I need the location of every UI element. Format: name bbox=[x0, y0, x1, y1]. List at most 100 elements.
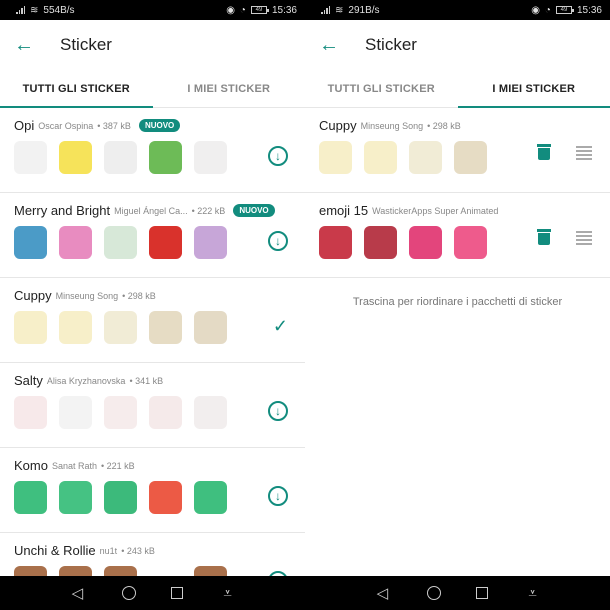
nav-recents-icon[interactable] bbox=[170, 587, 183, 599]
sticker-preview bbox=[104, 226, 137, 259]
eye-icon: ◉ bbox=[226, 4, 235, 16]
back-arrow-icon[interactable]: ← bbox=[14, 34, 60, 57]
download-icon: ↓ bbox=[268, 486, 288, 506]
pack-header: emoji 15 WastickerApps Super Animated bbox=[319, 203, 596, 218]
pack-name: Unchi & Rollie bbox=[14, 543, 96, 558]
pack-size: • 222 kB bbox=[191, 205, 226, 216]
screen-my-stickers: ≋ 291B/s ◉ ◔ 49 15:36 ← Sticker TUTTI GL… bbox=[305, 0, 610, 610]
sticker-preview bbox=[14, 226, 47, 259]
sticker-preview bbox=[194, 226, 227, 259]
sticker-preview bbox=[149, 481, 182, 514]
nav-back-icon[interactable]: ◁ bbox=[372, 584, 392, 602]
sticker-preview bbox=[104, 396, 137, 429]
sticker-preview-list bbox=[319, 141, 596, 174]
trash-icon-lid bbox=[537, 229, 551, 232]
pack-name: Merry and Bright bbox=[14, 203, 111, 218]
sticker-preview-list bbox=[14, 311, 291, 344]
my-sticker-pack-row[interactable]: emoji 15 WastickerApps Super Animated bbox=[305, 193, 610, 278]
pack-header: Opi Oscar Ospina • 387 kB NUOVO bbox=[14, 118, 291, 133]
nav-notifications-icon[interactable]: ⩡ bbox=[218, 585, 238, 602]
sticker-preview-list bbox=[319, 226, 596, 259]
sticker-preview bbox=[194, 141, 227, 174]
nav-notifications-icon[interactable]: ⩡ bbox=[523, 585, 543, 602]
nav-bar: ◁ ⩡ bbox=[0, 576, 305, 610]
pack-size: • 298 kB bbox=[122, 290, 156, 301]
sticker-preview bbox=[409, 141, 442, 174]
eye-icon: ◉ bbox=[531, 4, 540, 16]
tab-all-stickers[interactable]: TUTTI GLI STICKER bbox=[305, 70, 458, 107]
page-title: Sticker bbox=[365, 35, 417, 54]
clock: 15:36 bbox=[271, 4, 297, 16]
download-icon: ↓ bbox=[268, 231, 288, 251]
download-button[interactable]: ↓ bbox=[268, 401, 288, 421]
download-button[interactable]: ↓ bbox=[268, 231, 288, 251]
nav-home-icon[interactable] bbox=[427, 586, 442, 600]
pack-header: Unchi & Rollie nu1t • 243 kB bbox=[14, 543, 291, 558]
sticker-pack-row[interactable]: Komo Sanat Rath • 221 kB ↓ bbox=[0, 448, 305, 533]
sticker-preview bbox=[149, 311, 182, 344]
tab-my-stickers[interactable]: I MIEI STICKER bbox=[153, 70, 306, 107]
my-pack-list: Cuppy Minseung Song • 298 kB emoji 15 Wastic… bbox=[305, 108, 610, 278]
sticker-preview bbox=[194, 396, 227, 429]
delete-pack-button[interactable] bbox=[537, 144, 551, 160]
trash-icon bbox=[538, 148, 550, 160]
status-bar: ≋ 554B/s ◉ ◔ 49 15:36 bbox=[0, 0, 305, 20]
sticker-preview bbox=[59, 226, 92, 259]
drag-handle-icon[interactable] bbox=[576, 231, 592, 247]
pack-size: • 221 kB bbox=[101, 460, 135, 471]
signal-icon bbox=[16, 6, 25, 14]
signal-icon bbox=[321, 6, 330, 14]
pack-author: Alisa Kryzhanovska bbox=[46, 375, 126, 386]
back-arrow-icon[interactable]: ← bbox=[319, 34, 365, 57]
app-bar: ← Sticker bbox=[305, 20, 610, 70]
delete-pack-button[interactable] bbox=[537, 229, 551, 245]
tab-my-stickers[interactable]: I MIEI STICKER bbox=[457, 70, 610, 108]
sticker-pack-row[interactable]: Merry and Bright Miguel Ángel Ca... • 222 … bbox=[0, 193, 305, 278]
pack-name: Salty bbox=[14, 373, 43, 388]
download-button[interactable]: ↓ bbox=[268, 486, 288, 506]
sticker-pack-row[interactable]: Salty Alisa Kryzhanovska • 341 kB ↓ bbox=[0, 363, 305, 448]
pack-name: Cuppy bbox=[14, 288, 52, 303]
new-badge: NUOVO bbox=[138, 119, 181, 132]
sticker-preview-list bbox=[14, 141, 291, 174]
sticker-pack-row[interactable]: Opi Oscar Ospina • 387 kB NUOVO ↓ bbox=[0, 108, 305, 193]
sticker-preview bbox=[364, 141, 397, 174]
pack-author: Minseung Song bbox=[360, 120, 424, 131]
pack-name: Cuppy bbox=[319, 118, 357, 133]
nav-bar: ◁ ⩡ bbox=[305, 576, 610, 610]
wifi-icon: ≋ bbox=[335, 4, 344, 16]
pack-author: Sanat Rath bbox=[51, 460, 97, 471]
pack-size: • 298 kB bbox=[427, 120, 461, 131]
sticker-preview bbox=[319, 141, 352, 174]
pack-size: • 341 kB bbox=[129, 375, 164, 386]
sticker-preview bbox=[194, 311, 227, 344]
nav-home-icon[interactable] bbox=[122, 586, 137, 600]
tab-all-stickers[interactable]: TUTTI GLI STICKER bbox=[0, 70, 153, 108]
download-button[interactable]: ↓ bbox=[268, 146, 288, 166]
sticker-preview bbox=[14, 141, 47, 174]
drag-handle-icon[interactable] bbox=[576, 146, 592, 162]
sticker-preview bbox=[59, 481, 92, 514]
download-icon: ↓ bbox=[268, 401, 288, 421]
page-title: Sticker bbox=[60, 35, 112, 54]
check-icon: ✓ bbox=[272, 316, 288, 336]
pack-list: Opi Oscar Ospina • 387 kB NUOVO ↓ Merry and B… bbox=[0, 108, 305, 610]
sticker-preview-list bbox=[14, 396, 291, 429]
pack-name: Opi bbox=[14, 118, 35, 133]
my-sticker-pack-row[interactable]: Cuppy Minseung Song • 298 kB bbox=[305, 108, 610, 193]
nav-back-icon[interactable]: ◁ bbox=[67, 584, 87, 602]
sticker-pack-row[interactable]: Cuppy Minseung Song • 298 kB ✓ bbox=[0, 278, 305, 363]
pack-author: Oscar Ospina bbox=[38, 120, 94, 131]
nav-recents-icon[interactable] bbox=[475, 587, 488, 599]
sticker-preview bbox=[409, 226, 442, 259]
sticker-preview bbox=[14, 396, 47, 429]
download-icon: ↓ bbox=[268, 146, 288, 166]
pack-author: Minseung Song bbox=[55, 290, 119, 301]
battery-icon: 49 bbox=[555, 6, 574, 14]
new-badge: NUOVO bbox=[233, 204, 275, 217]
sticker-preview-list bbox=[14, 226, 291, 259]
installed-check: ✓ bbox=[273, 316, 288, 337]
sticker-preview bbox=[59, 141, 92, 174]
trash-icon bbox=[538, 233, 550, 245]
sticker-preview bbox=[104, 311, 137, 344]
